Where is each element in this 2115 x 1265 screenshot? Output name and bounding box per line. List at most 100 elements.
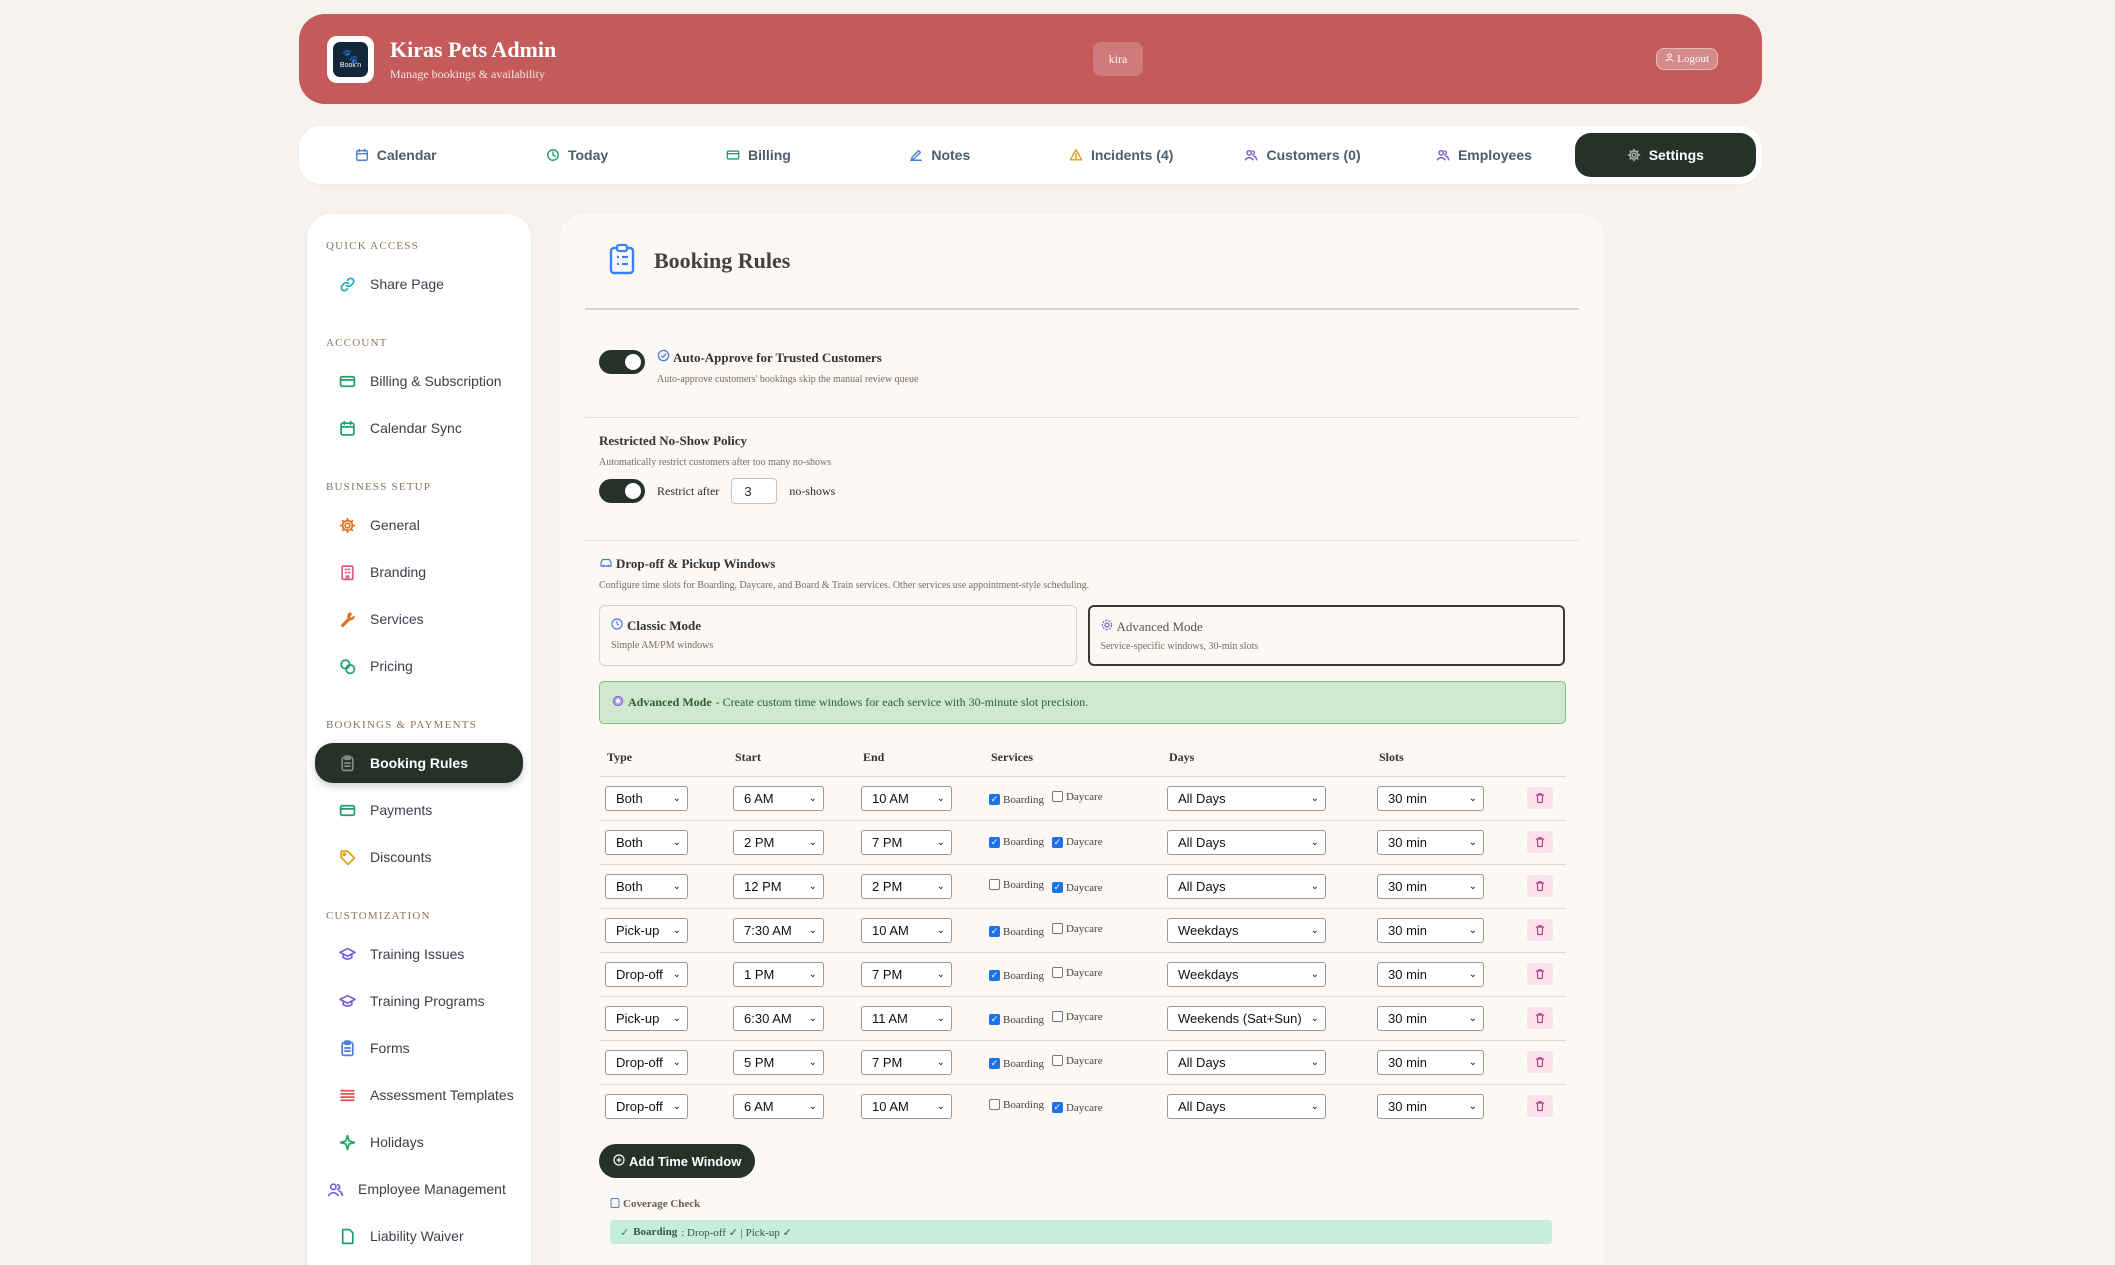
type-select[interactable]: Pick-up ⌄ xyxy=(605,1005,688,1031)
start-select[interactable]: 12 PM ⌄ xyxy=(733,873,824,899)
delete-button[interactable] xyxy=(1527,875,1553,897)
sidebar-item-services[interactable]: Services xyxy=(315,599,523,639)
daycare-checkbox[interactable]: Daycare xyxy=(1051,967,1103,979)
daycare-label: Daycare xyxy=(1065,881,1103,894)
tab-billing[interactable]: Billing xyxy=(668,133,849,177)
boarding-checkbox[interactable]: ✓ Boarding xyxy=(989,1058,1044,1070)
daycare-checkbox[interactable]: ✓ Daycare xyxy=(1051,881,1103,894)
type-select[interactable]: Both ⌄ xyxy=(605,785,688,811)
boarding-checkbox[interactable]: ✓ Boarding xyxy=(989,836,1044,848)
delete-button[interactable] xyxy=(1527,1007,1553,1029)
end-select[interactable]: 11 AM ⌄ xyxy=(861,1005,952,1031)
days-select[interactable]: All Days ⌄ xyxy=(1167,873,1326,899)
tab-customers[interactable]: Customers (0) xyxy=(1212,133,1393,177)
boarding-checkbox[interactable]: ✓ Boarding xyxy=(989,970,1044,982)
daycare-checkbox[interactable]: Daycare xyxy=(1051,1055,1103,1067)
slots-select[interactable]: 30 min ⌄ xyxy=(1377,961,1484,987)
start-select[interactable]: 6:30 AM ⌄ xyxy=(733,1005,824,1031)
sidebar-item-share-page[interactable]: Share Page xyxy=(315,264,523,304)
slots-select[interactable]: 30 min ⌄ xyxy=(1377,917,1484,943)
checkbox-box xyxy=(989,879,1000,890)
days-select[interactable]: All Days ⌄ xyxy=(1167,785,1326,811)
delete-button[interactable] xyxy=(1527,963,1553,985)
start-select[interactable]: 6 AM ⌄ xyxy=(733,1093,824,1119)
type-select[interactable]: Drop-off ⌄ xyxy=(605,961,688,987)
delete-button[interactable] xyxy=(1527,1095,1553,1118)
type-select[interactable]: Both ⌄ xyxy=(605,873,688,899)
slots-select[interactable]: 30 min ⌄ xyxy=(1377,1049,1484,1075)
tab-notes[interactable]: Notes xyxy=(849,133,1030,177)
slots-select[interactable]: 30 min ⌄ xyxy=(1377,829,1484,855)
delete-button[interactable] xyxy=(1527,919,1553,941)
no-show-count-input[interactable]: 3 xyxy=(731,478,778,504)
end-select[interactable]: 7 PM ⌄ xyxy=(861,961,952,987)
sidebar-item-assessment-templates[interactable]: Assessment Templates xyxy=(315,1075,523,1115)
sidebar-item-training-issues[interactable]: Training Issues xyxy=(315,934,523,974)
sidebar-item-holidays[interactable]: Holidays xyxy=(315,1122,523,1162)
start-select[interactable]: 5 PM ⌄ xyxy=(733,1049,824,1075)
boarding-checkbox[interactable]: Boarding xyxy=(989,1099,1044,1111)
days-select[interactable]: Weekdays ⌄ xyxy=(1167,961,1326,987)
start-select[interactable]: 6 AM ⌄ xyxy=(733,785,824,811)
sidebar-item-discounts[interactable]: Discounts xyxy=(315,837,523,877)
sidebar-item-training-programs[interactable]: Training Programs xyxy=(315,981,523,1021)
daycare-checkbox[interactable]: ✓ Daycare xyxy=(1051,1102,1103,1114)
tab-settings[interactable]: Settings xyxy=(1574,133,1756,177)
tab-employees[interactable]: Employees xyxy=(1393,133,1574,177)
type-select[interactable]: Pick-up ⌄ xyxy=(605,917,688,943)
end-select[interactable]: 10 AM ⌄ xyxy=(861,785,952,811)
end-select[interactable]: 7 PM ⌄ xyxy=(861,1049,952,1075)
sidebar-item-forms[interactable]: Forms xyxy=(315,1028,523,1068)
slots-select[interactable]: 30 min ⌄ xyxy=(1377,1005,1484,1031)
tab-calendar[interactable]: Calendar xyxy=(305,133,486,177)
type-select[interactable]: Drop-off ⌄ xyxy=(605,1093,688,1119)
days-select[interactable]: All Days ⌄ xyxy=(1167,1093,1326,1119)
delete-button[interactable] xyxy=(1527,831,1553,853)
daycare-checkbox[interactable]: Daycare xyxy=(1051,923,1103,935)
tab-incidents[interactable]: Incidents (4) xyxy=(1031,133,1212,177)
end-select[interactable]: 7 PM ⌄ xyxy=(861,829,952,855)
days-select[interactable]: Weekends (Sat+Sun) ⌄ xyxy=(1167,1005,1326,1031)
slots-select[interactable]: 30 min ⌄ xyxy=(1377,785,1484,811)
delete-button[interactable] xyxy=(1527,787,1553,809)
daycare-checkbox[interactable]: ✓ Daycare xyxy=(1051,836,1103,848)
end-select[interactable]: 10 AM ⌄ xyxy=(861,1093,952,1119)
sidebar-item-employee-management[interactable]: Employee Management xyxy=(315,1169,523,1209)
auto-approve-toggle[interactable] xyxy=(599,350,645,374)
sidebar-item-pricing[interactable]: Pricing xyxy=(315,646,523,686)
no-show-toggle[interactable] xyxy=(599,479,645,503)
start-select[interactable]: 7:30 AM ⌄ xyxy=(733,917,824,943)
boarding-checkbox[interactable]: ✓ Boarding xyxy=(989,1014,1044,1026)
logout-button[interactable]: Logout xyxy=(1656,48,1718,70)
start-select[interactable]: 2 PM ⌄ xyxy=(733,829,824,855)
boarding-checkbox[interactable]: ✓ Boarding xyxy=(989,926,1044,938)
sidebar-item-booking-rules[interactable]: Booking Rules xyxy=(315,743,523,783)
tab-today[interactable]: Today xyxy=(486,133,667,177)
user-badge[interactable]: kira xyxy=(1093,42,1143,76)
type-select[interactable]: Drop-off ⌄ xyxy=(605,1049,688,1075)
delete-button[interactable] xyxy=(1527,1051,1553,1073)
sidebar-item-calendar-sync[interactable]: Calendar Sync xyxy=(315,408,523,448)
sidebar-item-liability-waiver[interactable]: Liability Waiver xyxy=(315,1216,523,1256)
boarding-checkbox[interactable]: ✓ Boarding xyxy=(989,794,1044,806)
days-select[interactable]: All Days ⌄ xyxy=(1167,829,1326,855)
end-select[interactable]: 2 PM ⌄ xyxy=(861,873,952,899)
sidebar-item-billing-subscription[interactable]: Billing & Subscription xyxy=(315,361,523,401)
daycare-checkbox[interactable]: Daycare xyxy=(1051,1011,1103,1023)
advanced-mode-card[interactable]: Advanced Mode Service-specific windows, … xyxy=(1087,605,1565,666)
slots-select[interactable]: 30 min ⌄ xyxy=(1377,873,1484,899)
daycare-checkbox[interactable]: Daycare xyxy=(1051,791,1103,803)
days-select[interactable]: Weekdays ⌄ xyxy=(1167,917,1326,943)
chevron-down-icon: ⌄ xyxy=(808,880,817,892)
sidebar-item-payments[interactable]: Payments xyxy=(315,790,523,830)
end-select[interactable]: 10 AM ⌄ xyxy=(861,917,952,943)
type-select[interactable]: Both ⌄ xyxy=(605,829,688,855)
start-select[interactable]: 1 PM ⌄ xyxy=(733,961,824,987)
boarding-checkbox[interactable]: Boarding xyxy=(989,879,1044,891)
slots-select[interactable]: 30 min ⌄ xyxy=(1377,1093,1484,1119)
sidebar-item-general[interactable]: General xyxy=(315,505,523,545)
days-select[interactable]: All Days ⌄ xyxy=(1167,1049,1326,1075)
sidebar-item-branding[interactable]: Branding xyxy=(315,552,523,592)
add-time-window-button[interactable]: Add Time Window xyxy=(599,1144,756,1178)
classic-mode-card[interactable]: Classic Mode Simple AM/PM windows xyxy=(599,605,1077,666)
